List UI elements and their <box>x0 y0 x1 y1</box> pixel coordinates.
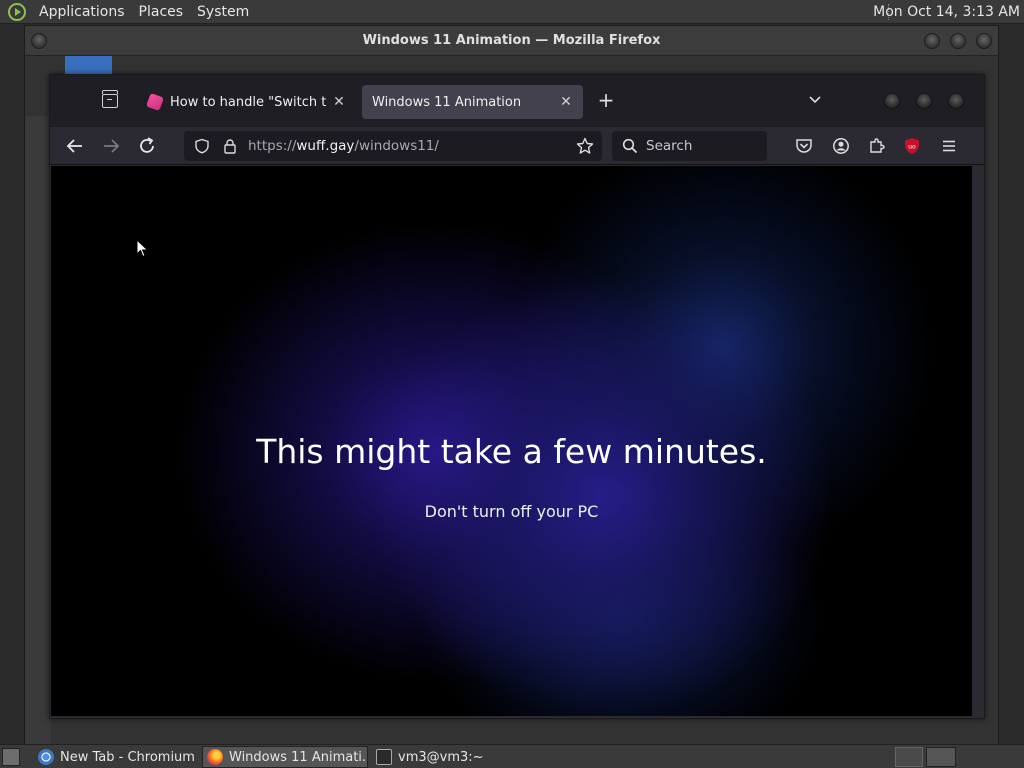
chromium-icon <box>38 749 54 765</box>
window-menu-icon[interactable] <box>31 33 47 49</box>
maximize-icon[interactable] <box>950 33 966 49</box>
maximize-icon[interactable] <box>916 93 932 109</box>
url-host: wuff.gay <box>296 138 355 154</box>
taskbar-item-label: Windows 11 Animati... <box>229 749 368 765</box>
ublock-origin-icon[interactable]: uo <box>903 137 921 155</box>
outer-window-title: Windows 11 Animation — Mozilla Firefox <box>362 33 661 48</box>
svg-text:uo: uo <box>908 144 916 151</box>
url-bar[interactable]: https://wuff.gay/windows11/ <box>184 131 602 161</box>
back-arrow-icon[interactable] <box>64 135 86 157</box>
account-icon[interactable] <box>832 137 850 155</box>
search-bar[interactable]: Search <box>612 131 767 161</box>
extensions-puzzle-icon[interactable] <box>868 137 886 155</box>
panel-clock[interactable]: Mon Oct 14, 3:13 AM <box>873 0 1020 24</box>
search-placeholder: Search <box>646 138 693 154</box>
bookmark-star-icon[interactable] <box>576 137 594 155</box>
url-path: /windows11/ <box>354 138 439 154</box>
taskbar-item-firefox[interactable]: Windows 11 Animati... <box>202 746 368 768</box>
url-text[interactable]: https://wuff.gay/windows11/ <box>248 138 439 154</box>
applications-menu[interactable]: Applications <box>32 0 132 24</box>
tab-close-icon[interactable]: ✕ <box>332 94 346 110</box>
firefox-icon <box>207 749 223 765</box>
tab-label: How to handle "Switch to a <box>170 94 326 110</box>
taskbar-item-label: vm3@vm3:~ <box>398 749 484 765</box>
outer-window-titlebar[interactable]: Windows 11 Animation — Mozilla Firefox <box>25 26 998 56</box>
page-content[interactable]: This might take a few minutes. Don't tur… <box>51 166 972 716</box>
tab-windows-11-animation[interactable]: Windows 11 Animation ✕ <box>362 85 583 119</box>
reload-icon[interactable] <box>136 135 158 157</box>
background-window-fragment <box>65 56 112 76</box>
tab-close-icon[interactable]: ✕ <box>559 94 573 110</box>
tab-favicon-icon <box>146 93 164 111</box>
list-all-tabs-chevron-down-icon[interactable] <box>808 93 822 107</box>
shield-icon[interactable] <box>194 138 210 154</box>
taskbar-item-terminal[interactable]: vm3@vm3:~ <box>372 746 502 768</box>
distro-logo-icon[interactable] <box>8 2 26 21</box>
mouse-cursor-icon <box>136 239 149 258</box>
loading-headline: This might take a few minutes. <box>256 432 767 471</box>
new-tab-button[interactable]: + <box>596 89 616 113</box>
navigation-toolbar: https://wuff.gay/windows11/ Search uo <box>50 127 984 165</box>
loading-subline: Don't turn off your PC <box>424 502 599 521</box>
system-menu[interactable]: System <box>190 0 256 24</box>
background-window-sidebar <box>25 116 51 746</box>
tab-how-to-handle[interactable]: How to handle "Switch to a ✕ <box>138 85 356 119</box>
tab-label: Windows 11 Animation <box>372 94 522 110</box>
panel-menubar: Applications Places System <box>0 0 256 24</box>
minimize-icon[interactable] <box>884 93 900 109</box>
minimize-icon[interactable] <box>924 33 940 49</box>
tray-firefox-icon[interactable] <box>926 747 956 767</box>
terminal-icon <box>376 749 392 765</box>
url-scheme: https:// <box>248 138 297 154</box>
taskbar-item-label: New Tab - Chromium <box>60 749 195 765</box>
search-icon <box>622 138 638 154</box>
firefox-view-icon[interactable] <box>102 90 118 108</box>
close-icon[interactable] <box>976 33 992 49</box>
pocket-icon[interactable] <box>795 137 813 155</box>
lock-icon[interactable] <box>222 138 238 154</box>
app-menu-hamburger-icon[interactable] <box>940 137 958 155</box>
show-desktop-icon[interactable] <box>2 748 20 766</box>
bottom-taskbar: New Tab - Chromium Windows 11 Animati...… <box>0 744 1024 768</box>
close-icon[interactable] <box>948 93 964 109</box>
places-menu[interactable]: Places <box>132 0 191 24</box>
tab-bar: How to handle "Switch to a ✕ Windows 11 … <box>50 75 984 127</box>
workspace-switcher-icon[interactable] <box>895 747 923 767</box>
top-panel: Applications Places System Mon Oct 14, 3… <box>0 0 1024 24</box>
firefox-window: How to handle "Switch to a ✕ Windows 11 … <box>49 74 985 719</box>
taskbar-item-chromium[interactable]: New Tab - Chromium <box>34 746 198 768</box>
forward-arrow-icon[interactable] <box>100 135 122 157</box>
